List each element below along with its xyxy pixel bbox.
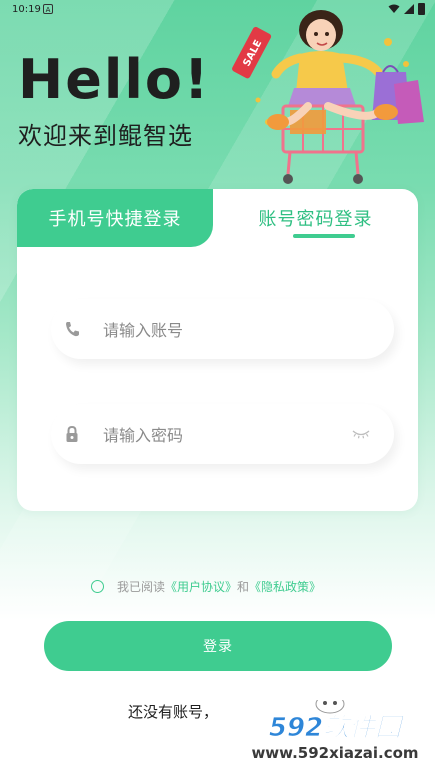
- phone-icon: [66, 322, 79, 337]
- eye-closed-icon[interactable]: [352, 429, 370, 439]
- hello-title: Hello!: [18, 48, 211, 111]
- tab-password-login[interactable]: 账号密码登录: [213, 189, 418, 247]
- tab-active-indicator: [293, 234, 355, 238]
- privacy-policy-link[interactable]: 《隐私政策》: [249, 578, 321, 595]
- welcome-subtitle: 欢迎来到鲲智选: [18, 122, 193, 150]
- tab-quick-login[interactable]: 手机号快捷登录: [17, 189, 213, 247]
- lock-icon: [66, 425, 78, 442]
- agreement-and: 和: [237, 580, 250, 594]
- agreement-row: 我已阅读 《用户协议》 和 《隐私政策》: [91, 578, 321, 595]
- site-watermark-logo: 592软件园 www.592xiazai.com: [251, 700, 419, 762]
- register-prompt: 还没有账号，: [128, 703, 219, 721]
- password-field: [51, 404, 394, 466]
- login-button[interactable]: 登录: [44, 621, 392, 671]
- user-agreement-link[interactable]: 《用户协议》: [165, 578, 237, 595]
- register-row: 还没有账号，: [128, 701, 218, 722]
- notification-icon: A: [43, 4, 53, 14]
- watermark-brand: 592软件园: [269, 713, 405, 743]
- watermark-url: www.592xiazai.com: [251, 744, 418, 762]
- status-time: 10:19: [12, 4, 41, 15]
- login-card: 手机号快捷登录 账号密码登录: [17, 189, 418, 511]
- account-field: [51, 299, 394, 361]
- agreement-checkbox[interactable]: [91, 580, 104, 593]
- password-input[interactable]: [101, 404, 345, 466]
- account-input[interactable]: [101, 299, 345, 361]
- shopping-girl-illustration: SALE: [232, 10, 424, 184]
- agreement-prefix: 我已阅读: [117, 580, 166, 594]
